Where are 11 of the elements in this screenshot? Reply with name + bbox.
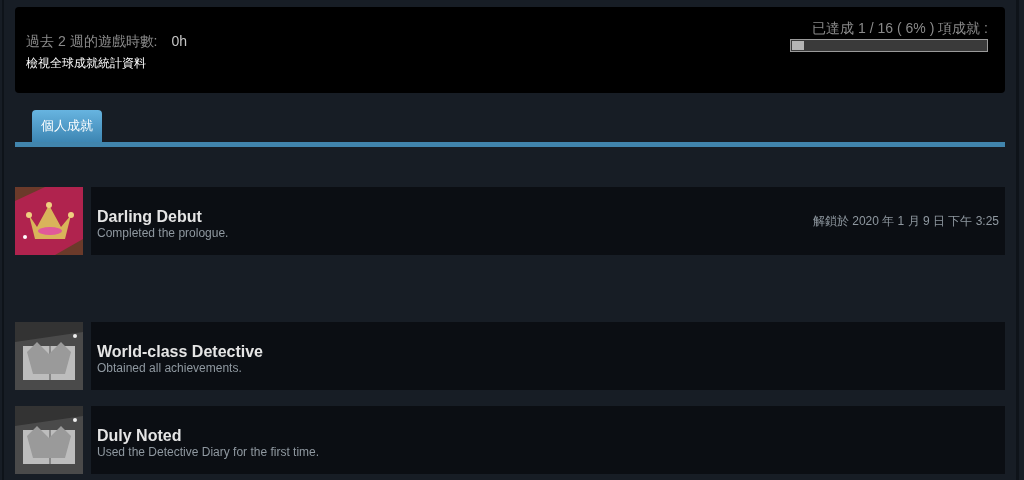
achievement-title: World-class Detective (97, 341, 263, 361)
achievement-description: Used the Detective Diary for the first time. (97, 444, 320, 459)
achievement-description: Completed the prologue. (97, 225, 229, 240)
global-stats-link[interactable]: 檢視全球成就統計資料 (26, 54, 188, 72)
achievement-description: Obtained all achievements. (97, 360, 243, 375)
achievement-title: Darling Debut (97, 206, 203, 226)
unlock-time: 解鎖於 2020 年 1 月 9 日 下午 3:25 (812, 213, 999, 230)
achievement-title: Duly Noted (97, 425, 183, 445)
playtime-value: 0h (171, 32, 188, 51)
progress-label: 已達成 1 / 16 ( 6% ) 項成就 : (812, 19, 988, 38)
playtime-label: 過去 2 週的遊戲時數: (26, 32, 158, 51)
